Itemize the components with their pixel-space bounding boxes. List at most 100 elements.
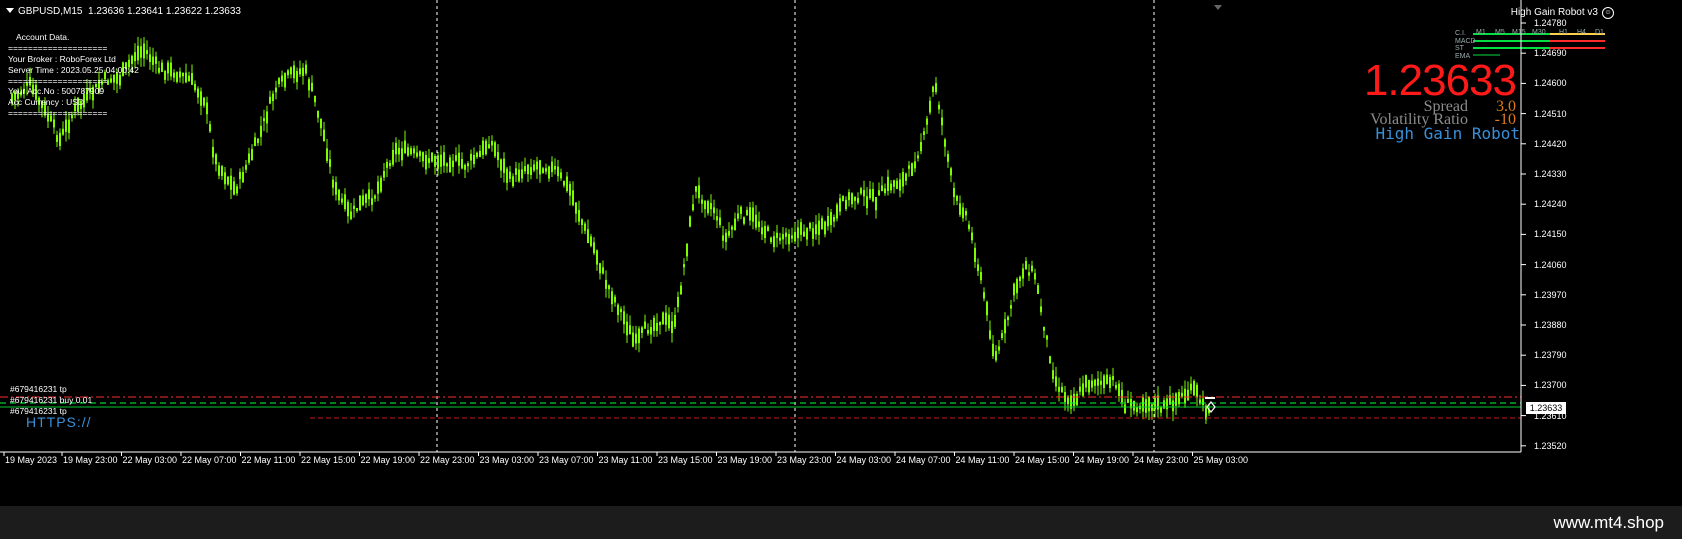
candle-body [365, 194, 367, 203]
candle-body [335, 182, 337, 195]
mtf-row-label: EMA [1455, 53, 1471, 60]
candle-body [614, 296, 616, 303]
price-axis-label: 1.24240 [1534, 199, 1567, 210]
candle-body [458, 152, 460, 166]
candle-body [221, 166, 223, 176]
candle-body [620, 308, 622, 313]
candle-body [1115, 385, 1117, 389]
candle-body [323, 129, 325, 141]
candle-body [467, 163, 469, 167]
candle-body [1172, 400, 1174, 412]
candle-body [155, 56, 157, 64]
candle-body [623, 311, 625, 325]
candle-body [452, 160, 454, 168]
candle-body [1046, 335, 1048, 340]
candle-body [1112, 376, 1114, 380]
time-axis-label: 24 May 07:00 [896, 455, 951, 465]
candle-body [449, 157, 451, 173]
candle-body [1043, 326, 1045, 331]
candle-body [440, 154, 442, 167]
https-link[interactable]: HTTPS:// [26, 414, 92, 430]
candle-body [599, 263, 601, 274]
candle-body [410, 148, 412, 155]
smile-icon[interactable]: ☺ [1602, 7, 1614, 19]
mtf-timeframe: D1 [1595, 29, 1604, 36]
candle-body [665, 312, 667, 325]
candle-body [368, 189, 370, 200]
candle-body [725, 232, 727, 243]
candle-body [158, 67, 160, 73]
time-axis-label: 25 May 03:00 [1193, 455, 1249, 465]
candle-body [893, 180, 895, 187]
candle-body [293, 65, 295, 79]
candle-body [473, 154, 475, 165]
dropdown-triangle-icon[interactable] [6, 8, 14, 13]
candle-body [566, 176, 568, 191]
candle-body [170, 62, 172, 77]
candle-body [1127, 398, 1129, 403]
candle-body [1055, 376, 1057, 387]
candle-body [512, 176, 514, 187]
candle-body [812, 228, 814, 239]
candle-body [374, 195, 376, 199]
candle-body [806, 227, 808, 240]
candle-body [107, 80, 109, 85]
account-broker: Your Broker : RoboForex Ltd [8, 54, 116, 64]
order-buy-label[interactable]: #679416231 buy 0.01 [10, 395, 92, 405]
candle-body [1094, 379, 1096, 386]
candle-body [998, 346, 1000, 351]
candle-body [668, 314, 670, 329]
candle-body [1178, 391, 1180, 405]
candle-body [305, 64, 307, 74]
candle-body [470, 153, 472, 161]
candle-body [1142, 397, 1144, 412]
candle-body [545, 168, 547, 172]
candle-body [392, 149, 394, 165]
candle-body [311, 82, 313, 92]
candle-body [704, 200, 706, 210]
candle-body [1202, 398, 1204, 406]
candle-body [890, 183, 892, 191]
candle-body [917, 155, 919, 159]
candle-body [689, 216, 691, 227]
price-axis-label: 1.24420 [1534, 138, 1567, 149]
candle-body [386, 161, 388, 168]
candle-body [227, 176, 229, 185]
candle-body [818, 220, 820, 235]
chart-area[interactable]: GBPUSD,M15 1.23636 1.23641 1.23622 1.236… [0, 0, 1682, 506]
candle-body [1145, 399, 1147, 413]
candle-body [320, 118, 322, 129]
candle-body [857, 197, 859, 203]
candle-body [476, 152, 478, 158]
candle-body [188, 75, 190, 82]
candle-body [209, 124, 211, 132]
candle-body [350, 211, 352, 220]
candle-body [62, 128, 64, 135]
candle-body [551, 161, 553, 173]
candle-body [1058, 386, 1060, 392]
order-tp-label[interactable]: #679416231 tp [10, 384, 67, 394]
symbol-title[interactable]: GBPUSD,M15 1.23636 1.23641 1.23622 1.236… [6, 6, 241, 17]
shift-marker-icon[interactable] [1214, 5, 1222, 10]
candle-body [872, 188, 874, 202]
candle-body [1124, 404, 1126, 414]
time-axis-label: 22 May 23:00 [420, 455, 475, 465]
expert-advisor-name[interactable]: High Gain Robot v3 [1511, 7, 1598, 18]
candle-body [353, 205, 355, 209]
candle-body [215, 154, 217, 165]
candle-body [971, 232, 973, 241]
candle-body [587, 229, 589, 244]
candle-body [845, 199, 847, 210]
candle-body [503, 158, 505, 173]
candle-body [230, 175, 232, 190]
candle-body [911, 163, 913, 176]
candle-body [887, 176, 889, 191]
footer-url[interactable]: www.mt4.shop [1553, 513, 1664, 533]
candle-body [671, 321, 673, 334]
time-axis-label: 22 May 11:00 [241, 455, 296, 465]
candle-body [935, 83, 937, 93]
mtf-timeframe: M1 [1476, 29, 1486, 36]
candle-body [731, 226, 733, 230]
candle-body [371, 198, 373, 205]
mtf-timeframe: M5 [1495, 29, 1505, 36]
